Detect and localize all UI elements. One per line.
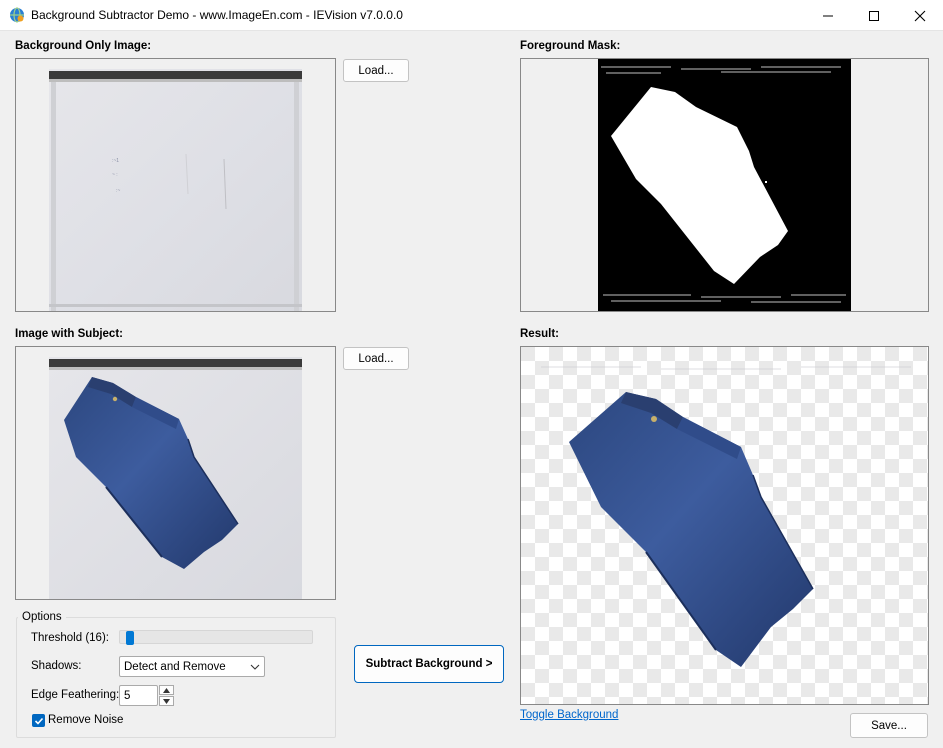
threshold-label: Threshold (16): xyxy=(31,632,109,644)
minimize-button[interactable] xyxy=(805,0,851,31)
edge-feathering-input[interactable]: 5 xyxy=(119,685,158,706)
load-background-button[interactable]: Load... xyxy=(343,59,409,82)
background-image-label: Background Only Image: xyxy=(15,40,152,52)
close-icon xyxy=(914,10,926,21)
subtract-background-button[interactable]: Subtract Background > xyxy=(354,645,504,683)
subject-image-label: Image with Subject: xyxy=(15,328,123,340)
triangle-down-icon xyxy=(163,698,170,704)
edge-feathering-spinner xyxy=(159,685,174,706)
close-button[interactable] xyxy=(897,0,943,31)
title-bar: Background Subtractor Demo - www.ImageEn… xyxy=(0,0,943,31)
chevron-down-icon xyxy=(250,664,260,670)
triangle-up-icon xyxy=(163,687,170,693)
spin-down-button[interactable] xyxy=(159,696,174,706)
result-label: Result: xyxy=(520,328,559,340)
minimize-icon xyxy=(823,15,833,16)
foreground-mask-label: Foreground Mask: xyxy=(520,40,621,52)
maximize-icon xyxy=(869,10,879,21)
shadows-label: Shadows: xyxy=(31,660,82,672)
threshold-slider[interactable] xyxy=(119,630,313,645)
svg-text::~: :~ xyxy=(116,188,120,194)
result-image xyxy=(521,347,928,704)
spin-up-button[interactable] xyxy=(159,685,174,695)
maximize-button[interactable] xyxy=(851,0,897,31)
subject-image-panel xyxy=(15,346,336,600)
remove-noise-checkbox[interactable] xyxy=(32,714,45,727)
threshold-slider-thumb[interactable] xyxy=(126,631,134,645)
shadows-selected-value: Detect and Remove xyxy=(124,660,226,673)
app-globe-icon xyxy=(10,7,24,23)
result-panel xyxy=(520,346,929,705)
foreground-mask-panel xyxy=(520,58,929,312)
subject-image xyxy=(49,357,302,599)
load-subject-button[interactable]: Load... xyxy=(343,347,409,370)
toggle-background-link[interactable]: Toggle Background xyxy=(520,709,618,721)
background-image: :~1 ~ : :~ xyxy=(49,69,302,311)
foreground-mask-image xyxy=(598,59,851,311)
background-image-panel: :~1 ~ : :~ xyxy=(15,58,336,312)
window-title: Background Subtractor Demo - www.ImageEn… xyxy=(31,8,403,22)
svg-text::~1: :~1 xyxy=(112,158,119,164)
options-group-title: Options xyxy=(18,611,66,623)
svg-text:~ :: ~ : xyxy=(112,172,118,178)
shadows-select[interactable]: Detect and Remove xyxy=(119,656,265,677)
remove-noise-label: Remove Noise xyxy=(48,714,124,726)
save-button[interactable]: Save... xyxy=(850,713,928,738)
edge-feathering-label: Edge Feathering: xyxy=(31,689,120,701)
checkmark-icon xyxy=(34,717,43,725)
